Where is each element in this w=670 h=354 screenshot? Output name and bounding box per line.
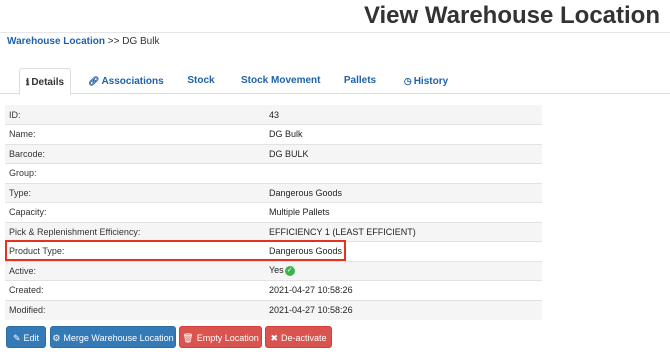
row-label: Barcode:	[5, 143, 265, 164]
tab-stock-movement[interactable]: Stock Movement	[241, 68, 321, 94]
row-label: Group:	[5, 163, 265, 183]
tab-stock-movement-label: Stock Movement	[241, 75, 321, 86]
row-value: Dangerous Goods	[265, 182, 542, 203]
empty-button-label: Empty Location	[196, 333, 259, 343]
tab-bar: ℹ Details 🔗︎ Associations Stock Stock Move…	[0, 68, 670, 95]
info-icon: ℹ	[25, 77, 30, 87]
title-divider	[0, 32, 670, 33]
row-label: Active:	[5, 260, 265, 281]
tab-history-label: History	[413, 76, 449, 87]
table-row: Active: Yes ✓	[5, 260, 542, 281]
row-label: Created:	[5, 280, 265, 300]
tab-associations[interactable]: 🔗︎ Associations	[88, 68, 164, 94]
details-table: ID: 43 Name: DG Bulk Barcode: DG BULK Gr…	[5, 105, 542, 320]
row-value: 43	[265, 105, 542, 125]
page-title: View Warehouse Location	[363, 2, 660, 29]
breadcrumb-separator: >>	[107, 36, 120, 47]
edit-button[interactable]: ✎ Edit	[6, 326, 46, 348]
times-icon: ✖	[270, 333, 278, 343]
tab-pallets[interactable]: Pallets	[342, 68, 378, 94]
pencil-icon: ✎	[12, 333, 21, 343]
empty-location-button[interactable]: 🗑︎ Empty Location	[179, 326, 262, 348]
table-row: Capacity: Multiple Pallets	[5, 202, 542, 222]
breadcrumb-current: DG Bulk	[122, 36, 160, 47]
row-label: Modified:	[5, 299, 265, 320]
table-row: Product Type: Dangerous Goods	[5, 241, 542, 261]
tab-associations-label: Associations	[101, 76, 164, 87]
cogs-icon: ⚙	[52, 333, 61, 343]
row-value: 2021-04-27 10:58:26	[265, 280, 542, 300]
trash-icon: 🗑︎	[182, 333, 194, 343]
row-value: Dangerous Goods	[265, 241, 542, 261]
breadcrumb-link-warehouse-location[interactable]: Warehouse Location	[7, 36, 105, 47]
row-value-active: Yes ✓	[265, 260, 542, 281]
table-row: Pick & Replenishment Efficiency: EFFICIE…	[5, 221, 542, 242]
table-row: Type: Dangerous Goods	[5, 182, 542, 203]
tab-history[interactable]: ◷ History	[402, 68, 450, 94]
table-row: ID: 43	[5, 105, 542, 125]
row-label: Name:	[5, 124, 265, 144]
active-value: Yes	[269, 265, 284, 276]
table-row: Modified: 2021-04-27 10:58:26	[5, 299, 542, 320]
row-label: Type:	[5, 182, 265, 203]
table-row: Group:	[5, 163, 542, 183]
link-icon: 🔗︎	[88, 76, 100, 86]
tab-pallets-label: Pallets	[343, 75, 377, 86]
row-value: 2021-04-27 10:58:26	[265, 299, 542, 320]
row-value	[265, 163, 542, 183]
tab-stock-label: Stock	[187, 75, 215, 86]
table-row: Name: DG Bulk	[5, 124, 542, 144]
merge-button-label: Merge Warehouse Location	[63, 333, 174, 343]
table-row: Barcode: DG BULK	[5, 143, 542, 164]
table-row: Created: 2021-04-27 10:58:26	[5, 280, 542, 300]
merge-warehouse-location-button[interactable]: ⚙ Merge Warehouse Location	[50, 326, 176, 348]
deactivate-button[interactable]: ✖ De-activate	[265, 326, 332, 348]
clock-icon: ◷	[403, 76, 412, 86]
tab-stock[interactable]: Stock	[185, 68, 217, 94]
row-label: Product Type:	[5, 241, 265, 261]
row-value: EFFICIENCY 1 (LEAST EFFICIENT)	[265, 221, 542, 242]
check-circle-icon: ✓	[284, 266, 295, 277]
deactivate-button-label: De-activate	[281, 333, 327, 343]
row-label: Pick & Replenishment Efficiency:	[5, 221, 265, 242]
tab-details-label: Details	[31, 77, 65, 88]
tab-details[interactable]: ℹ Details	[19, 68, 71, 95]
edit-button-label: Edit	[23, 333, 40, 343]
row-label: ID:	[5, 105, 265, 125]
row-value: Multiple Pallets	[265, 202, 542, 222]
row-label: Capacity:	[5, 202, 265, 222]
row-value: DG BULK	[265, 143, 542, 164]
breadcrumb: Warehouse Location >> DG Bulk	[7, 36, 159, 47]
row-value: DG Bulk	[265, 124, 542, 144]
